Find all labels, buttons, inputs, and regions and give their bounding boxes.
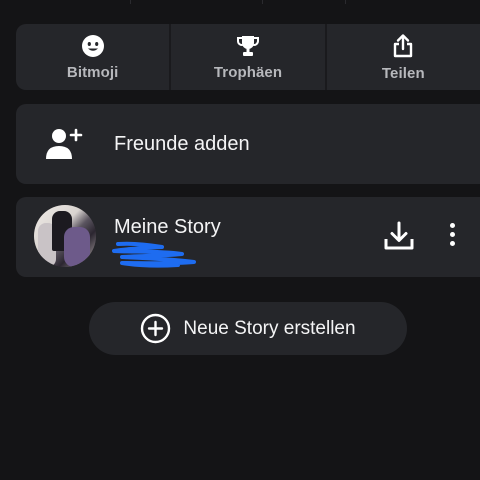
more-vertical-icon[interactable] — [446, 223, 458, 249]
share-label: Teilen — [381, 64, 425, 82]
story-title: Meine Story — [114, 216, 221, 238]
profile-screen: Bitmoji Trophäen Teilen Freunde adden Me… — [0, 0, 480, 480]
bitmoji-button[interactable]: Bitmoji — [16, 24, 172, 90]
add-friend-icon — [46, 128, 83, 159]
my-story-row[interactable]: Meine Story — [16, 197, 480, 277]
add-friends-label: Freunde adden — [114, 132, 250, 155]
download-icon[interactable] — [384, 221, 414, 251]
share-button[interactable]: Teilen — [327, 24, 480, 90]
create-new-story-label: Neue Story erstellen — [183, 317, 356, 339]
quick-actions-row: Bitmoji Trophäen Teilen — [16, 24, 480, 90]
share-icon — [394, 33, 413, 57]
add-friends-row[interactable]: Freunde adden — [16, 104, 480, 184]
create-new-story-button[interactable]: Neue Story erstellen — [89, 302, 407, 355]
bitmoji-face-icon — [81, 34, 104, 57]
trophy-icon — [236, 35, 259, 56]
redaction-scribble — [112, 241, 196, 268]
top-divider-remnants — [0, 0, 480, 8]
trophies-label: Trophäen — [213, 63, 283, 81]
plus-circle-icon — [141, 313, 171, 344]
trophies-button[interactable]: Trophäen — [171, 24, 327, 90]
bitmoji-label: Bitmoji — [66, 63, 119, 81]
story-thumbnail[interactable] — [34, 205, 96, 267]
